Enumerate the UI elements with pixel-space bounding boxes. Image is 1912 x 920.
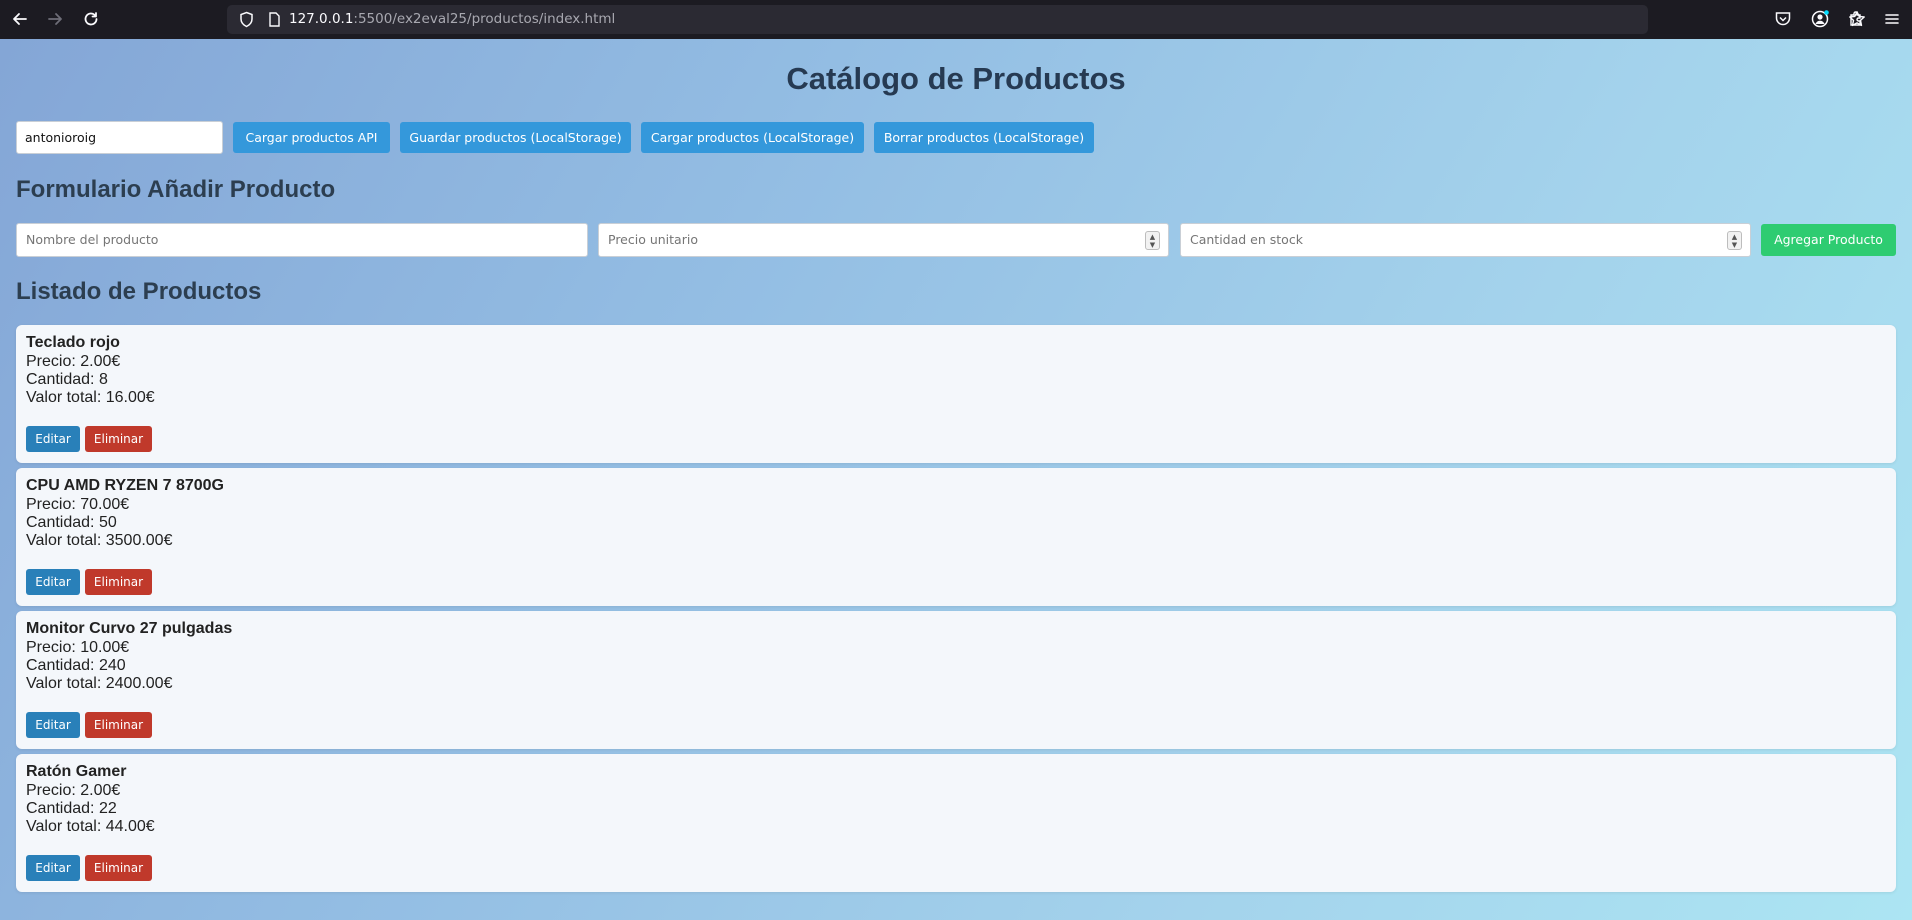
load-localstorage-button[interactable]: Cargar productos (LocalStorage): [641, 122, 864, 153]
product-name: Ratón Gamer: [26, 763, 127, 780]
number-spinner-icon[interactable]: ▲ ▼: [1727, 231, 1742, 250]
product-quantity: Cantidad: 50: [26, 514, 117, 531]
product-total: Valor total: 16.00€: [26, 389, 155, 406]
page-title: Catálogo de Productos: [786, 61, 1126, 96]
product-total: Valor total: 3500.00€: [26, 532, 173, 549]
product-quantity: Cantidad: 8: [26, 371, 108, 388]
pocket-icon[interactable]: [1773, 9, 1793, 29]
delete-button[interactable]: Eliminar: [85, 855, 152, 881]
product-price: Precio: 2.00€: [26, 782, 121, 799]
edit-button[interactable]: Editar: [26, 569, 80, 595]
forward-arrow-icon[interactable]: [44, 8, 66, 30]
form-title: Formulario Añadir Producto: [16, 176, 336, 203]
product-card: CPU AMD RYZEN 7 8700G Precio: 70.00€ Can…: [16, 468, 1896, 606]
load-api-button[interactable]: Cargar productos API: [233, 122, 390, 153]
menu-icon[interactable]: [1882, 9, 1902, 29]
url-bar[interactable]: 127.0.0.1:5500/ex2eval25/productos/index…: [227, 5, 1865, 34]
add-product-button[interactable]: Agregar Producto: [1761, 224, 1896, 256]
save-localstorage-button[interactable]: Guardar productos (LocalStorage): [400, 122, 631, 153]
stock-quantity-placeholder: Cantidad en stock: [1190, 232, 1303, 247]
product-quantity: Cantidad: 240: [26, 657, 126, 674]
product-card: Monitor Curvo 27 pulgadas Precio: 10.00€…: [16, 611, 1896, 749]
product-card: Teclado rojo Precio: 2.00€ Cantidad: 8 V…: [16, 325, 1896, 463]
page-icon: [265, 10, 284, 29]
product-name: Monitor Curvo 27 pulgadas: [26, 620, 233, 637]
account-icon[interactable]: [1810, 9, 1830, 29]
page-content: Catálogo de Productos antonioroig Cargar…: [0, 39, 1912, 920]
edit-button[interactable]: Editar: [26, 855, 80, 881]
list-title: Listado de Productos: [16, 278, 262, 305]
product-price: Precio: 2.00€: [26, 353, 121, 370]
product-card: Ratón Gamer Precio: 2.00€ Cantidad: 22 V…: [16, 754, 1896, 892]
delete-button[interactable]: Eliminar: [85, 712, 152, 738]
shield-icon[interactable]: [237, 10, 256, 29]
delete-localstorage-button[interactable]: Borrar productos (LocalStorage): [874, 122, 1094, 153]
product-quantity: Cantidad: 22: [26, 800, 117, 817]
extensions-icon[interactable]: [1846, 9, 1866, 29]
product-total: Valor total: 2400.00€: [26, 675, 173, 692]
product-name-input[interactable]: Nombre del producto: [16, 223, 588, 257]
url-text: 127.0.0.1:5500/ex2eval25/productos/index…: [289, 11, 615, 27]
back-arrow-icon[interactable]: [9, 8, 31, 30]
delete-button[interactable]: Eliminar: [85, 426, 152, 452]
delete-button[interactable]: Eliminar: [85, 569, 152, 595]
user-input[interactable]: antonioroig: [16, 121, 223, 154]
browser-toolbar: 127.0.0.1:5500/ex2eval25/productos/index…: [0, 0, 1912, 39]
product-price: Precio: 70.00€: [26, 496, 130, 513]
product-name: Teclado rojo: [26, 334, 120, 351]
url-host: 127.0.0.1: [289, 11, 354, 27]
product-name: CPU AMD RYZEN 7 8700G: [26, 477, 224, 494]
unit-price-placeholder: Precio unitario: [608, 232, 698, 247]
unit-price-input[interactable]: Precio unitario ▲ ▼: [598, 223, 1169, 257]
edit-button[interactable]: Editar: [26, 712, 80, 738]
edit-button[interactable]: Editar: [26, 426, 80, 452]
product-total: Valor total: 44.00€: [26, 818, 155, 835]
number-spinner-icon[interactable]: ▲ ▼: [1145, 231, 1160, 250]
stock-quantity-input[interactable]: Cantidad en stock ▲ ▼: [1180, 223, 1751, 257]
product-price: Precio: 10.00€: [26, 639, 130, 656]
url-path: :5500/ex2eval25/productos/index.html: [353, 11, 616, 27]
reload-icon[interactable]: [80, 8, 102, 30]
